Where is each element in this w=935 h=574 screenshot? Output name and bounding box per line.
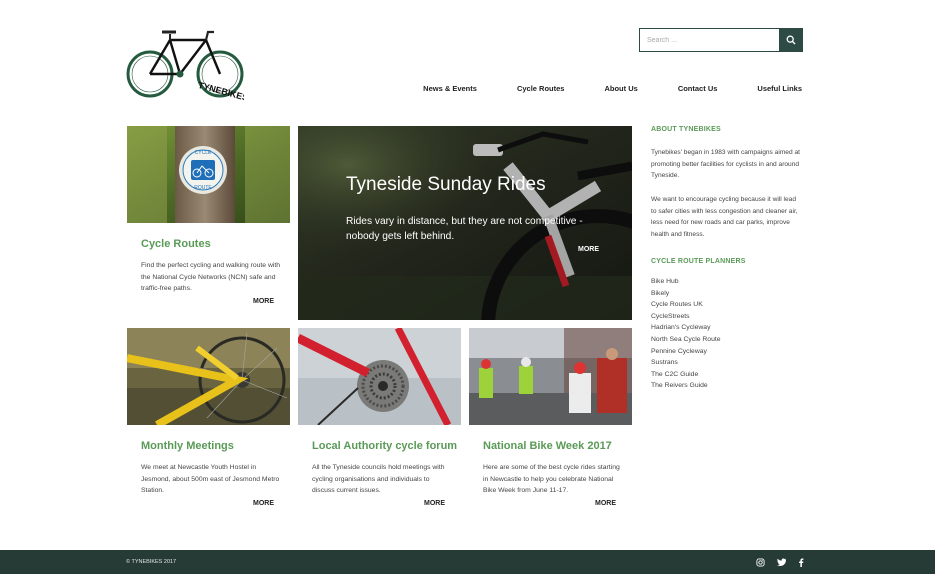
monthly-meetings-image[interactable]	[127, 328, 290, 425]
search-input[interactable]	[639, 28, 779, 52]
cycle-forum-image[interactable]	[298, 328, 461, 425]
cycle-route-sign-photo: CYCLE ROUTE	[127, 126, 290, 223]
instagram-icon[interactable]	[754, 556, 766, 568]
nav-cycle-routes[interactable]: Cycle Routes	[517, 84, 565, 93]
card-title-cycle-forum[interactable]: Local Authority cycle forum	[312, 440, 457, 452]
nav-useful-links[interactable]: Useful Links	[757, 84, 802, 93]
planner-link-reivers-guide[interactable]: The Reivers Guide	[651, 380, 721, 392]
search-bar	[639, 28, 803, 52]
yellow-bike-photo	[127, 328, 290, 425]
hero-more-link[interactable]: MORE	[578, 246, 599, 253]
planner-link-c2c-guide[interactable]: The C2C Guide	[651, 369, 721, 381]
planner-link-cyclestreets[interactable]: CycleStreets	[651, 311, 721, 323]
planner-link-pennine-cycleway[interactable]: Pennine Cycleway	[651, 346, 721, 358]
cycle-routes-image[interactable]: CYCLE ROUTE	[127, 126, 290, 223]
hero-title: Tyneside Sunday Rides	[346, 174, 546, 195]
card-text-monthly-meetings: We meet at Newcastle Youth Hostel in Jes…	[141, 464, 280, 495]
twitter-icon[interactable]	[775, 556, 787, 568]
svg-text:ROUTE: ROUTE	[194, 185, 212, 191]
card-text-cycle-routes: Find the perfect cycling and walking rou…	[141, 262, 281, 293]
nav-contact-us[interactable]: Contact Us	[678, 84, 718, 93]
more-link-bike-week[interactable]: MORE	[595, 500, 616, 507]
hero-subtitle: Rides vary in distance, but they are not…	[346, 216, 583, 242]
nav-about-us[interactable]: About Us	[604, 84, 637, 93]
search-icon	[786, 35, 796, 45]
site-logo[interactable]: TYNEBIKES	[126, 26, 249, 103]
search-button[interactable]	[779, 28, 803, 52]
card-text-bike-week: Here are some of the best cycle rides st…	[483, 464, 620, 495]
copyright-text: © TYNEBIKES 2017	[126, 559, 177, 565]
more-link-cycle-routes[interactable]: MORE	[253, 298, 274, 305]
nav-news-events[interactable]: News & Events	[423, 84, 477, 93]
planner-link-sustrans[interactable]: Sustrans	[651, 357, 721, 369]
card-title-bike-week[interactable]: National Bike Week 2017	[483, 440, 612, 452]
planner-link-bike-hub[interactable]: Bike Hub	[651, 276, 721, 288]
planner-link-north-sea-cycle-route[interactable]: North Sea Cycle Route	[651, 334, 721, 346]
more-link-monthly-meetings[interactable]: MORE	[253, 500, 274, 507]
main-nav: News & Events Cycle Routes About Us Cont…	[383, 84, 802, 93]
red-bike-cassette-photo	[298, 328, 461, 425]
about-heading: ABOUT TYNEBIKES	[651, 126, 721, 133]
about-paragraph-2: We want to encourage cycling because it …	[651, 196, 798, 238]
about-paragraph-1: Tynebikes' began in 1983 with campaigns …	[651, 149, 800, 180]
planner-link-bikely[interactable]: Bikely	[651, 288, 721, 300]
planners-list: Bike Hub Bikely Cycle Routes UK CycleStr…	[651, 276, 721, 392]
bicycle-logo-icon: TYNEBIKES	[126, 30, 249, 103]
card-title-monthly-meetings[interactable]: Monthly Meetings	[141, 440, 234, 452]
more-link-cycle-forum[interactable]: MORE	[424, 500, 445, 507]
svg-text:CYCLE: CYCLE	[195, 150, 212, 156]
card-text-cycle-forum: All the Tyneside councils hold meetings …	[312, 464, 445, 495]
site-footer: © TYNEBIKES 2017	[0, 550, 935, 574]
planner-link-cycle-routes-uk[interactable]: Cycle Routes UK	[651, 299, 721, 311]
bike-week-crowd-photo	[469, 328, 632, 425]
planner-link-hadrians-cycleway[interactable]: Hadrian's Cycleway	[651, 322, 721, 334]
card-title-cycle-routes[interactable]: Cycle Routes	[141, 238, 211, 250]
facebook-icon[interactable]	[795, 556, 807, 568]
planners-heading: CYCLE ROUTE PLANNERS	[651, 258, 746, 265]
bike-week-image[interactable]	[469, 328, 632, 425]
